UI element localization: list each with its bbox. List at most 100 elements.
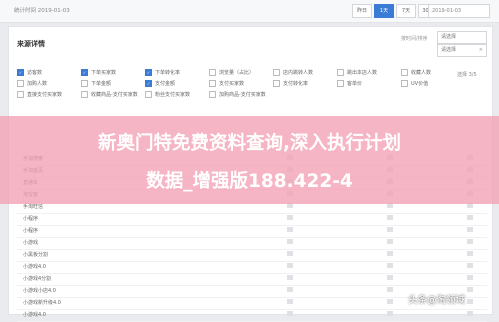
metric-checkbox[interactable]: 支付转化率 <box>273 80 308 87</box>
row-value-placeholder <box>467 311 473 316</box>
metric-checkbox[interactable]: 直接支付买家数 <box>17 91 62 98</box>
row-value-placeholder <box>387 311 393 316</box>
checkbox-icon[interactable] <box>337 80 344 87</box>
metric-checkbox[interactable]: 跳出本店人数 <box>337 69 377 76</box>
card-title: 来源详情 <box>17 39 45 49</box>
metric-checkbox[interactable]: 访客数 <box>17 69 42 76</box>
checkbox-label: 下单金额 <box>91 81 112 87</box>
row-source-name: 小游戏4.0 <box>23 264 46 270</box>
checkbox-icon[interactable] <box>401 80 408 87</box>
row-value-placeholder <box>287 299 293 304</box>
metric-checkbox[interactable]: 浏览量（占比） <box>209 69 254 76</box>
top-bar: 统计时间 2019-01-03 昨日 1天 7天 30天 月 2019-01-0… <box>0 0 499 23</box>
metric-checkbox[interactable]: 加购商品-支付买家数 <box>209 91 266 98</box>
checkbox-label: 支付转化率 <box>283 81 309 87</box>
metric-checkbox[interactable]: 客单价 <box>337 80 362 87</box>
row-source-name: 小游戏 <box>23 240 39 246</box>
checkbox-label: 收藏商品-支付买家数 <box>91 92 138 98</box>
stat-label: 统计时间 <box>14 8 37 14</box>
checkbox-icon[interactable] <box>17 91 24 98</box>
range-btn-7day[interactable]: 7天 <box>396 4 416 18</box>
row-value-placeholder <box>467 275 473 280</box>
checkbox-icon[interactable] <box>209 80 216 87</box>
row-value-placeholder <box>287 251 293 256</box>
checkbox-icon[interactable] <box>209 69 216 76</box>
metric-checkbox[interactable]: 支付买家数 <box>209 80 244 87</box>
checkbox-icon[interactable] <box>81 80 88 87</box>
checkbox-icon[interactable] <box>145 91 152 98</box>
row-value-placeholder <box>287 311 293 316</box>
watermark: 头条@淘领域 <box>408 292 465 306</box>
row-value-placeholder <box>467 251 473 256</box>
row-value-placeholder <box>287 227 293 232</box>
row-value-placeholder <box>387 215 393 220</box>
checkbox-icon[interactable] <box>273 80 280 87</box>
checkbox-icon[interactable] <box>81 91 88 98</box>
metric-checkbox[interactable]: 下单买家数 <box>81 69 116 76</box>
stat-date-value: 2019-01-03 <box>37 8 70 14</box>
filter-select[interactable]: 请选择 × <box>437 44 487 57</box>
page-info: 选择 3/5 <box>457 72 477 78</box>
checkbox-icon[interactable] <box>17 69 24 76</box>
sort-select[interactable]: 请选择 <box>437 31 487 44</box>
row-value-placeholder <box>467 299 473 304</box>
overlay-banner: 新奥门特免费资料查询,深入执行计划 数据_增强版188.422-4 <box>0 116 499 204</box>
checkbox-icon[interactable] <box>81 69 88 76</box>
row-value-placeholder <box>467 263 473 268</box>
metric-checkbox[interactable]: 下单金额 <box>81 80 111 87</box>
checkbox-label: 客单价 <box>347 81 363 87</box>
row-value-placeholder <box>387 251 393 256</box>
row-value-placeholder <box>387 263 393 268</box>
row-source-name: 小程序 <box>23 228 39 234</box>
checkbox-label: 加购人数 <box>27 81 48 87</box>
checkbox-label: 加购商品-支付买家数 <box>219 92 266 98</box>
filter-select-text: 请选择 <box>441 47 457 53</box>
close-icon[interactable]: × <box>476 45 483 56</box>
row-value-placeholder <box>467 215 473 220</box>
range-btn-yesterday[interactable]: 昨日 <box>352 4 372 18</box>
checkbox-icon[interactable] <box>337 69 344 76</box>
row-value-placeholder <box>387 275 393 280</box>
checkbox-icon[interactable] <box>145 80 152 87</box>
checkbox-label: 支付买家数 <box>219 81 245 87</box>
table-row[interactable]: 小游戏4.0 <box>17 307 487 322</box>
metric-checkbox[interactable]: 下单转化率 <box>145 69 180 76</box>
metric-checkbox[interactable]: 收藏人数 <box>401 69 431 76</box>
checkbox-label: 访客数 <box>27 70 43 76</box>
row-source-name: 小游戏4.0 <box>23 312 46 318</box>
checkbox-label: 下单买家数 <box>91 70 117 76</box>
row-source-name: 小游戏新升级4.0 <box>23 300 61 306</box>
metric-checkbox[interactable]: 店内跳转人数 <box>273 69 313 76</box>
row-source-name: 小游戏4分割 <box>23 276 52 282</box>
metric-checkbox[interactable]: 支付金额 <box>145 80 175 87</box>
checkbox-icon[interactable] <box>17 80 24 87</box>
metric-checkbox[interactable]: 收藏商品-支付买家数 <box>81 91 138 98</box>
checkbox-icon[interactable] <box>273 69 280 76</box>
metric-checkbox[interactable]: UV价值 <box>401 80 428 87</box>
checkbox-label: 收藏人数 <box>411 70 432 76</box>
row-value-placeholder <box>387 227 393 232</box>
row-source-name: 小程序 <box>23 216 39 222</box>
range-btn-1day[interactable]: 1天 <box>374 4 394 18</box>
card-title-text: 来源详情 <box>17 40 45 48</box>
checkbox-label: 浏览量（占比） <box>219 70 255 76</box>
banner-line-2: 数据_增强版188.422-4 <box>146 171 353 192</box>
metric-checkbox[interactable]: 粉丝支付买家数 <box>145 91 190 98</box>
stat-time: 统计时间 2019-01-03 <box>14 6 70 14</box>
checkbox-label: 店内跳转人数 <box>283 70 314 76</box>
checkbox-label: UV价值 <box>411 81 429 87</box>
watermark-text: 头条@淘领域 <box>408 295 466 306</box>
checkbox-icon[interactable] <box>209 91 216 98</box>
checkbox-icon[interactable] <box>145 69 152 76</box>
row-value-placeholder <box>287 215 293 220</box>
checkbox-icon[interactable] <box>401 69 408 76</box>
date-picker[interactable]: 2019-01-03 <box>428 4 490 18</box>
metric-checkbox[interactable]: 加购人数 <box>17 80 47 87</box>
banner-line-1: 新奥门特免费资料查询,深入执行计划 <box>97 133 402 154</box>
row-source-name: 小游戏小店4.0 <box>23 288 56 294</box>
row-value-placeholder <box>287 287 293 292</box>
row-value-placeholder <box>287 263 293 268</box>
row-value-placeholder <box>287 239 293 244</box>
row-value-placeholder <box>287 275 293 280</box>
row-source-name: 小黑板分割 <box>23 252 49 258</box>
